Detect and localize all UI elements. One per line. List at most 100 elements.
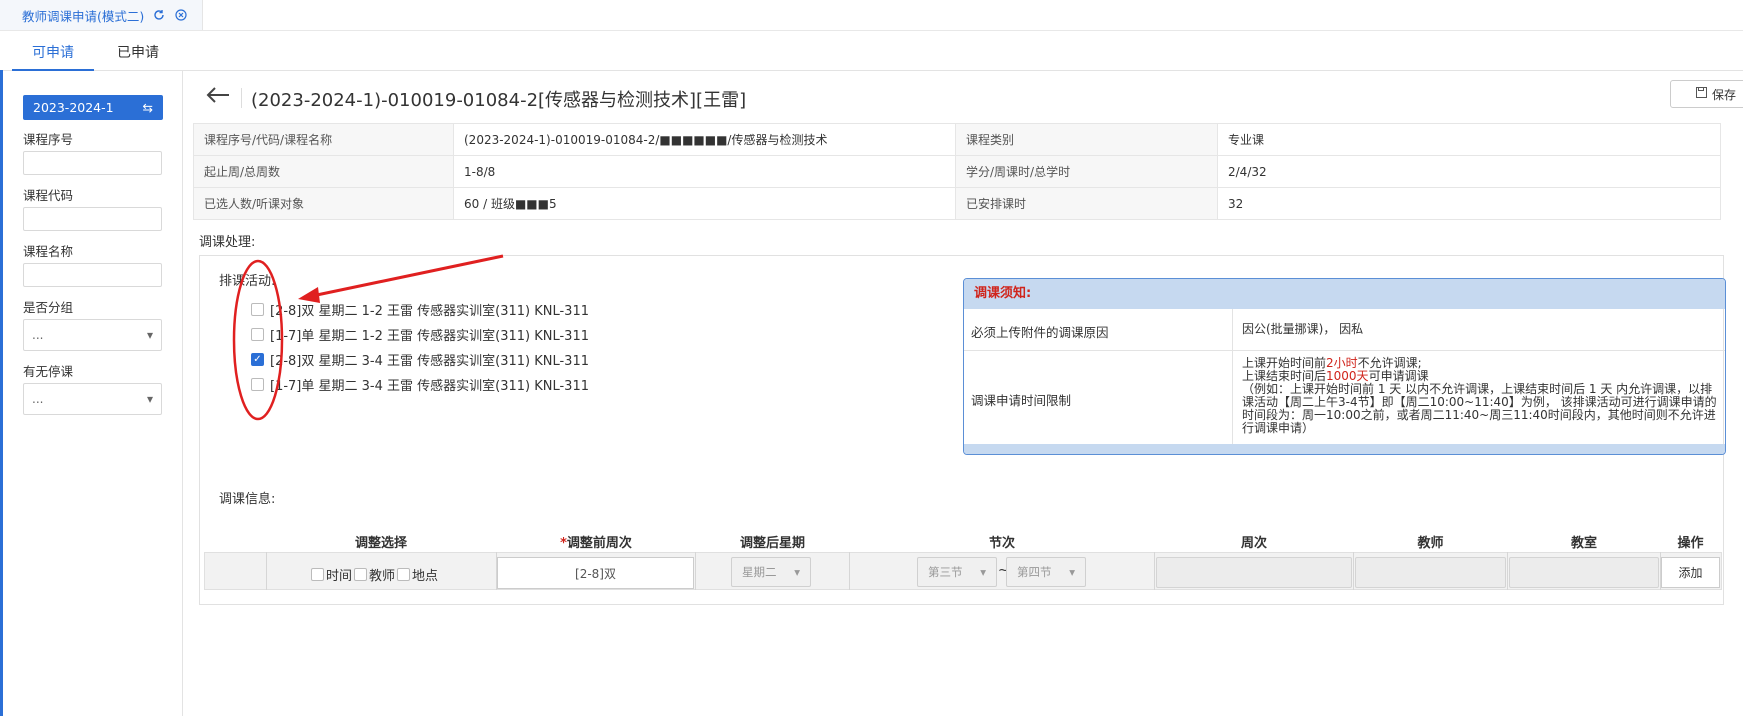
info-key: 起止周/总周数: [193, 155, 454, 188]
add-button[interactable]: 添加: [1661, 557, 1720, 588]
adjust-options: 时间 教师 地点: [311, 565, 438, 584]
top-bar: [0, 0, 1743, 31]
notice-row: 必须上传附件的调课原因 因公(批量挪课)， 因私: [964, 309, 1725, 351]
col-before-week: *调整前周次: [560, 536, 632, 551]
caret-down-icon: ▾: [1069, 565, 1075, 579]
back-arrow-icon[interactable]: [205, 85, 231, 111]
activity-item[interactable]: [1-7]单 星期二 3-4 王雷 传感器实训室(311) KNL-311: [251, 375, 589, 394]
page-tab[interactable]: 教师调课申请(模式二): [0, 0, 204, 30]
caret-down-icon: ▾: [980, 565, 986, 579]
section-from-value: 第三节: [928, 565, 963, 579]
teacher-checkbox[interactable]: [354, 568, 368, 581]
activity-text: [2-8]双 星期二 3-4 王雷 传感器实训室(311) KNL-311: [270, 354, 589, 369]
tab-available[interactable]: 可申请: [12, 38, 94, 71]
section-from-select[interactable]: 第三节 ▾: [917, 557, 997, 587]
suspend-select-value: ...: [32, 392, 44, 406]
notice-footer: [964, 444, 1725, 454]
activity-checkbox-checked[interactable]: ✓: [251, 353, 264, 366]
notice-title: 调课须知:: [964, 279, 1725, 309]
caret-down-icon: ▾: [146, 328, 153, 342]
notice-key: 调课申请时间限制: [971, 393, 1072, 408]
course-seq-input[interactable]: [23, 151, 162, 175]
table-row: 课程序号/代码/课程名称 (2023-2024-1)-010019-01084-…: [193, 123, 1721, 156]
room-field[interactable]: [1509, 557, 1659, 588]
info-value: 专业课: [1217, 123, 1721, 156]
subtabs: 可申请 已申请: [0, 38, 1743, 71]
info-value: 32: [1217, 187, 1721, 220]
col-divider: [266, 552, 267, 590]
title-separator: [241, 88, 242, 108]
activity-checkbox[interactable]: [251, 328, 264, 341]
place-checkbox[interactable]: [397, 568, 411, 581]
table-row: 起止周/总周数 1-8/8 学分/周课时/总学时 2/4/32: [193, 155, 1721, 188]
col-divider: [1353, 552, 1354, 590]
highlight-text: 1000天: [1326, 369, 1369, 383]
time-checkbox[interactable]: [311, 568, 324, 581]
activity-item[interactable]: [1-7]单 星期二 1-2 王雷 传感器实训室(311) KNL-311: [251, 325, 589, 344]
activity-checkbox[interactable]: [251, 303, 264, 316]
place-option-label: 地点: [412, 569, 439, 584]
section-to-value: 第四节: [1017, 565, 1052, 579]
activity-text: [1-7]单 星期二 3-4 王雷 传感器实训室(311) KNL-311: [270, 379, 589, 394]
suspend-select[interactable]: ... ▾: [23, 383, 162, 415]
info-key: 已安排课时: [955, 187, 1218, 220]
col-divider: [1154, 552, 1155, 590]
swap-icon: ⇆: [142, 100, 153, 115]
group-select[interactable]: ... ▾: [23, 319, 162, 351]
page-tab-title: 教师调课申请(模式二): [22, 8, 145, 24]
col-room: 教室: [1570, 536, 1597, 551]
notice-value: 因公(批量挪课)， 因私: [1242, 322, 1364, 336]
info-key: 课程类别: [955, 123, 1218, 156]
info-value: (2023-2024-1)-010019-01084-2/■■■■■■/传感器与…: [453, 123, 956, 156]
tab-applied[interactable]: 已申请: [105, 38, 171, 69]
course-info-table: 课程序号/代码/课程名称 (2023-2024-1)-010019-01084-…: [193, 123, 1721, 220]
activity-checkbox[interactable]: [251, 378, 264, 391]
year-value: 2023-2024-1: [33, 100, 114, 115]
highlight-text: 2小时: [1326, 356, 1358, 370]
caret-down-icon: ▾: [794, 565, 800, 579]
refresh-icon[interactable]: [152, 8, 166, 22]
notice-example: （例如：上课开始时间前 1 天 以内不允许调课，上课结束时间后 1 天 内允许调…: [1242, 382, 1717, 435]
info-key: 学分/周课时/总学时: [955, 155, 1218, 188]
notice-divider: [1232, 309, 1233, 446]
course-name-label: 课程名称: [23, 244, 74, 259]
table-row: 已选人数/听课对象 60 / 班级■■■5 已安排课时 32: [193, 187, 1721, 220]
process-title: 调课处理:: [199, 235, 256, 250]
info-key: 已选人数/听课对象: [193, 187, 454, 220]
col-divider: [849, 552, 850, 590]
notice-key: 必须上传附件的调课原因: [971, 325, 1109, 340]
col-teacher: 教师: [1417, 536, 1444, 551]
save-icon: [1695, 87, 1707, 101]
year-select[interactable]: 2023-2024-1 ⇆: [23, 95, 163, 120]
course-code-input[interactable]: [23, 207, 162, 231]
adjust-title: 调课信息:: [219, 492, 276, 507]
teacher-field[interactable]: [1355, 557, 1506, 588]
suspend-label: 有无停课: [23, 364, 74, 379]
col-section: 节次: [988, 536, 1015, 551]
activity-text: [1-7]单 星期二 1-2 王雷 传感器实训室(311) KNL-311: [270, 329, 589, 344]
course-name-input[interactable]: [23, 263, 162, 287]
activity-text: [2-8]双 星期二 1-2 王雷 传感器实训室(311) KNL-311: [270, 304, 589, 319]
course-seq-label: 课程序号: [23, 132, 74, 147]
notice-row: 调课申请时间限制 上课开始时间前2小时不允许调课; 上课结束时间后1000天可申…: [964, 350, 1725, 446]
save-button[interactable]: 保存: [1670, 80, 1743, 108]
teacher-option-label: 教师: [369, 569, 396, 584]
info-value: 60 / 班级■■■5: [453, 187, 956, 220]
info-key: 课程序号/代码/课程名称: [193, 123, 454, 156]
save-label: 保存: [1711, 87, 1736, 102]
col-divider: [695, 552, 696, 590]
page-title: (2023-2024-1)-010019-01084-2[传感器与检测技术][王…: [251, 90, 747, 111]
col-op: 操作: [1677, 536, 1704, 551]
close-icon[interactable]: [174, 8, 188, 22]
activity-item[interactable]: ✓ [2-8]双 星期二 3-4 王雷 传感器实训室(311) KNL-311: [251, 350, 589, 369]
group-label: 是否分组: [23, 300, 74, 315]
weeks-field[interactable]: [1156, 557, 1352, 588]
section-to-select[interactable]: 第四节 ▾: [1006, 557, 1086, 587]
sidebar-accent: [0, 70, 3, 716]
after-day-select[interactable]: 星期二 ▾: [731, 557, 811, 587]
course-code-label: 课程代码: [23, 188, 74, 203]
activity-item[interactable]: [2-8]双 星期二 1-2 王雷 传感器实训室(311) KNL-311: [251, 300, 589, 319]
info-value: 1-8/8: [453, 155, 956, 188]
before-week-input[interactable]: [2-8]双: [497, 557, 694, 589]
notice-panel: 调课须知: 必须上传附件的调课原因 因公(批量挪课)， 因私 调课申请时间限制 …: [963, 278, 1726, 455]
